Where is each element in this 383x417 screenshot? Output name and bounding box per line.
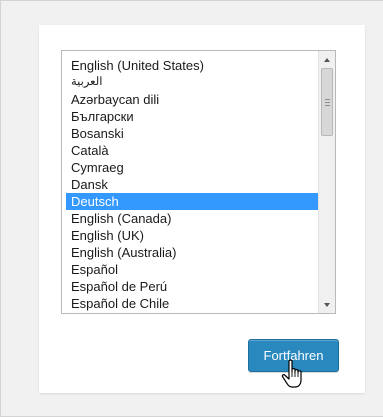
arrow-up-icon (324, 57, 330, 62)
language-option-spanish-peru[interactable]: Español de Perú (66, 278, 318, 295)
language-option-spanish-chile[interactable]: Español de Chile (66, 295, 318, 312)
language-option-catalan[interactable]: Català (66, 142, 318, 159)
scroll-down-button[interactable] (319, 296, 335, 313)
language-listbox[interactable]: English (United States) العربية Azərbayc… (61, 50, 336, 314)
language-option-azerbaijani[interactable]: Azərbaycan dili (66, 91, 318, 108)
language-option-german-selected[interactable]: Deutsch (66, 193, 318, 210)
language-option-arabic[interactable]: العربية (66, 74, 318, 91)
language-option-welsh[interactable]: Cymraeg (66, 159, 318, 176)
language-option-bosnian[interactable]: Bosanski (66, 125, 318, 142)
language-option-english-uk[interactable]: English (UK) (66, 227, 318, 244)
language-option-english-canada[interactable]: English (Canada) (66, 210, 318, 227)
language-option-spanish[interactable]: Español (66, 261, 318, 278)
language-setup-panel: English (United States) العربية Azərbayc… (39, 25, 365, 393)
language-option-danish[interactable]: Dansk (66, 176, 318, 193)
language-option-english-australia[interactable]: English (Australia) (66, 244, 318, 261)
page-background: English (United States) العربية Azərbayc… (0, 0, 383, 417)
language-option-english-us[interactable]: English (United States) (66, 57, 318, 74)
language-option-bulgarian[interactable]: Български (66, 108, 318, 125)
grip-icon (324, 98, 330, 106)
arrow-down-icon (324, 302, 330, 307)
continue-button[interactable]: Fortfahren (248, 339, 339, 372)
listbox-scrollbar[interactable] (318, 51, 335, 313)
language-list: English (United States) العربية Azərbayc… (66, 57, 318, 312)
scroll-thumb[interactable] (321, 68, 333, 136)
scroll-up-button[interactable] (319, 51, 335, 68)
